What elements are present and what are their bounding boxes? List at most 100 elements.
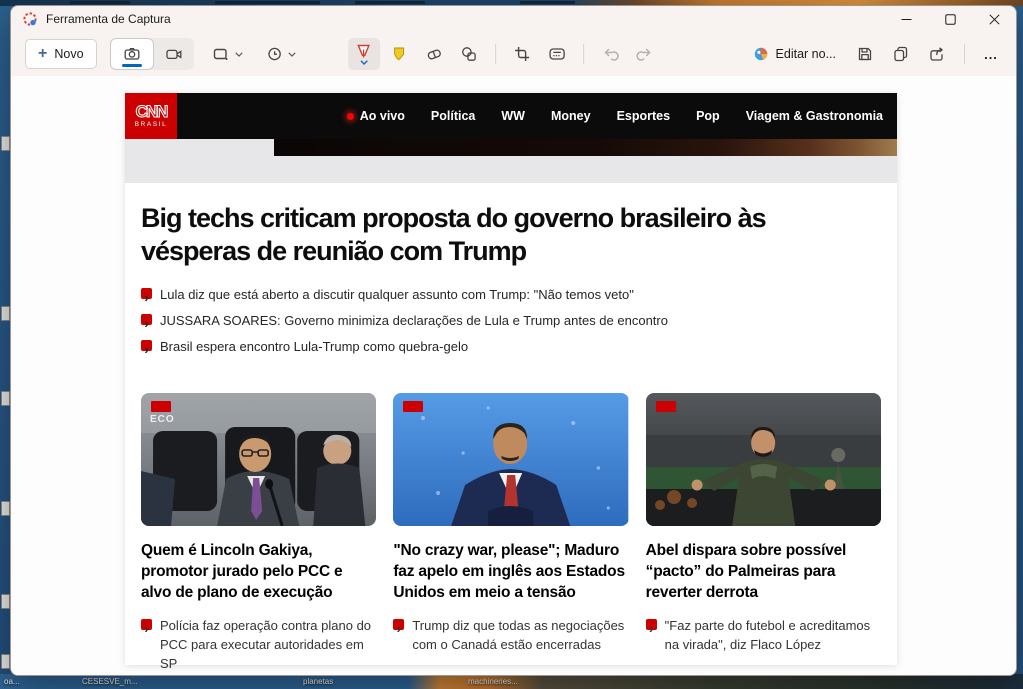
delay-timer-dropdown[interactable] xyxy=(261,38,301,70)
nav-item-ww[interactable]: WW xyxy=(501,109,525,123)
card-photo-press-conference[interactable]: ECO xyxy=(141,393,376,526)
red-chevron-bullet-icon: › xyxy=(646,619,657,630)
text-actions-icon xyxy=(548,45,566,63)
maximize-icon xyxy=(945,14,956,25)
chevron-down-icon xyxy=(288,52,296,57)
highlighter-tool[interactable] xyxy=(383,38,415,70)
story-text: Brasil espera encontro Lula-Trump como q… xyxy=(160,337,468,356)
paint-palette-icon xyxy=(753,46,769,62)
cnn-logo-text: CNN xyxy=(136,104,167,120)
captured-screenshot: CNN BRASIL Ao vivo Política WW Money Esp… xyxy=(125,93,897,665)
minimize-icon xyxy=(901,14,912,25)
shapes-tool[interactable] xyxy=(453,38,485,70)
news-card[interactable]: Abel dispara sobre possível “pacto” do P… xyxy=(646,393,881,673)
story-link[interactable]: › Brasil espera encontro Lula-Trump como… xyxy=(141,337,881,356)
plus-icon: + xyxy=(38,47,47,61)
cnn-red-badge xyxy=(656,401,676,412)
edit-in-paint-button[interactable]: Editar no... xyxy=(744,39,845,69)
desktop-icon-label: planetas xyxy=(303,677,333,686)
cnn-logo-region: BRASIL xyxy=(135,121,168,128)
undo-button[interactable] xyxy=(594,38,626,70)
snip-shape-icon xyxy=(212,45,231,63)
video-overlay-text: ECO xyxy=(150,414,175,425)
news-card[interactable]: ECO Quem é Lincoln Gakiya, promotor jura… xyxy=(141,393,376,673)
share-button[interactable] xyxy=(921,38,953,70)
text-actions-tool[interactable] xyxy=(541,38,573,70)
video-camera-icon xyxy=(165,45,183,63)
card-story-link[interactable]: › Trump diz que todas as negociações com… xyxy=(393,616,628,654)
red-chevron-bullet-icon: › xyxy=(141,340,152,351)
nav-item-politica[interactable]: Política xyxy=(431,109,475,123)
capture-mode-switch xyxy=(110,38,194,70)
snip-canvas[interactable]: CNN BRASIL Ao vivo Política WW Money Esp… xyxy=(11,76,1016,675)
new-snip-button[interactable]: + Novo xyxy=(25,39,97,69)
story-text: JUSSARA SOARES: Governo minimiza declara… xyxy=(160,311,668,330)
copy-icon xyxy=(892,45,910,63)
top-stories-list: › Lula diz que está aberto a discutir qu… xyxy=(141,285,881,356)
see-more-button[interactable]: ... xyxy=(976,47,1006,62)
card-photo-maduro[interactable] xyxy=(393,393,628,526)
maximize-button[interactable] xyxy=(928,6,972,32)
nav-item-viagem-gastronomia[interactable]: Viagem & Gastronomia xyxy=(746,109,883,123)
close-button[interactable] xyxy=(972,6,1016,32)
crop-icon xyxy=(513,45,531,63)
desktop-left-strip xyxy=(0,6,10,674)
card-photo-coach[interactable] xyxy=(646,393,881,526)
snipping-tool-window: Ferramenta de Captura + Novo xyxy=(10,5,1017,676)
shapes-icon xyxy=(460,45,478,63)
card-title-link[interactable]: Quem é Lincoln Gakiya, promotor jurado p… xyxy=(141,540,376,603)
red-chevron-bullet-icon: › xyxy=(141,288,152,299)
eraser-tool[interactable] xyxy=(418,38,450,70)
cnn-header: CNN BRASIL Ao vivo Política WW Money Esp… xyxy=(125,93,897,139)
camera-icon xyxy=(123,45,141,63)
save-button[interactable] xyxy=(849,38,881,70)
toolbar: + Novo xyxy=(11,32,1016,76)
cnn-logo[interactable]: CNN BRASIL xyxy=(125,93,177,139)
titlebar[interactable]: Ferramenta de Captura xyxy=(11,6,1016,32)
card-story-text: "Faz parte do futebol e acreditamos na v… xyxy=(665,616,881,654)
nav-item-ao-vivo[interactable]: Ao vivo xyxy=(347,109,405,123)
screen: oa... CESESVE_m... planetas machineries.… xyxy=(0,0,1023,689)
card-story-link[interactable]: › Polícia faz operação contra plano do P… xyxy=(141,616,376,673)
toolbar-separator xyxy=(495,44,496,64)
news-cards-row: ECO Quem é Lincoln Gakiya, promotor jura… xyxy=(141,393,881,673)
red-chevron-bullet-icon: › xyxy=(393,619,404,630)
cnn-red-badge xyxy=(151,401,171,412)
desktop-icon-label: oa... xyxy=(4,677,20,686)
story-link[interactable]: › JUSSARA SOARES: Governo minimiza decla… xyxy=(141,311,881,330)
cnn-nav: Ao vivo Política WW Money Esportes Pop V… xyxy=(177,93,897,139)
copy-button[interactable] xyxy=(885,38,917,70)
window-title: Ferramenta de Captura xyxy=(46,12,171,26)
red-chevron-bullet-icon: › xyxy=(141,619,152,630)
share-icon xyxy=(928,45,946,63)
story-link[interactable]: › Lula diz que está aberto a discutir qu… xyxy=(141,285,881,304)
snip-shape-dropdown[interactable] xyxy=(207,38,248,70)
page-main: Big techs criticam proposta do governo b… xyxy=(125,202,897,673)
partial-video-thumbnail xyxy=(274,139,897,156)
chevron-down-icon xyxy=(360,60,368,65)
desktop-icon-label: CESESVE_m... xyxy=(82,677,138,686)
cnn-red-badge xyxy=(403,401,423,412)
redo-button[interactable] xyxy=(629,38,661,70)
news-card[interactable]: "No crazy war, please"; Maduro faz apelo… xyxy=(393,393,628,673)
card-title-link[interactable]: "No crazy war, please"; Maduro faz apelo… xyxy=(393,540,628,603)
timer-clock-icon xyxy=(266,45,284,63)
minimize-button[interactable] xyxy=(884,6,928,32)
eraser-icon xyxy=(425,45,443,63)
nav-item-pop[interactable]: Pop xyxy=(696,109,720,123)
nav-item-money[interactable]: Money xyxy=(551,109,591,123)
card-story-link[interactable]: › "Faz parte do futebol e acreditamos na… xyxy=(646,616,881,654)
main-headline-link[interactable]: Big techs criticam proposta do governo b… xyxy=(141,202,881,268)
screenshot-mode-button[interactable] xyxy=(110,38,154,70)
crop-tool[interactable] xyxy=(506,38,538,70)
nav-item-esportes[interactable]: Esportes xyxy=(617,109,671,123)
undo-icon xyxy=(601,45,619,63)
video-mode-button[interactable] xyxy=(154,38,194,70)
red-chevron-bullet-icon: › xyxy=(141,314,152,325)
desktop-icon-label: machineries... xyxy=(468,677,518,686)
save-icon xyxy=(856,45,874,63)
ballpoint-pen-tool[interactable] xyxy=(348,38,380,70)
card-title-link[interactable]: Abel dispara sobre possível “pacto” do P… xyxy=(646,540,881,603)
snipping-tool-app-icon xyxy=(22,11,38,27)
nav-label: Ao vivo xyxy=(360,109,405,123)
